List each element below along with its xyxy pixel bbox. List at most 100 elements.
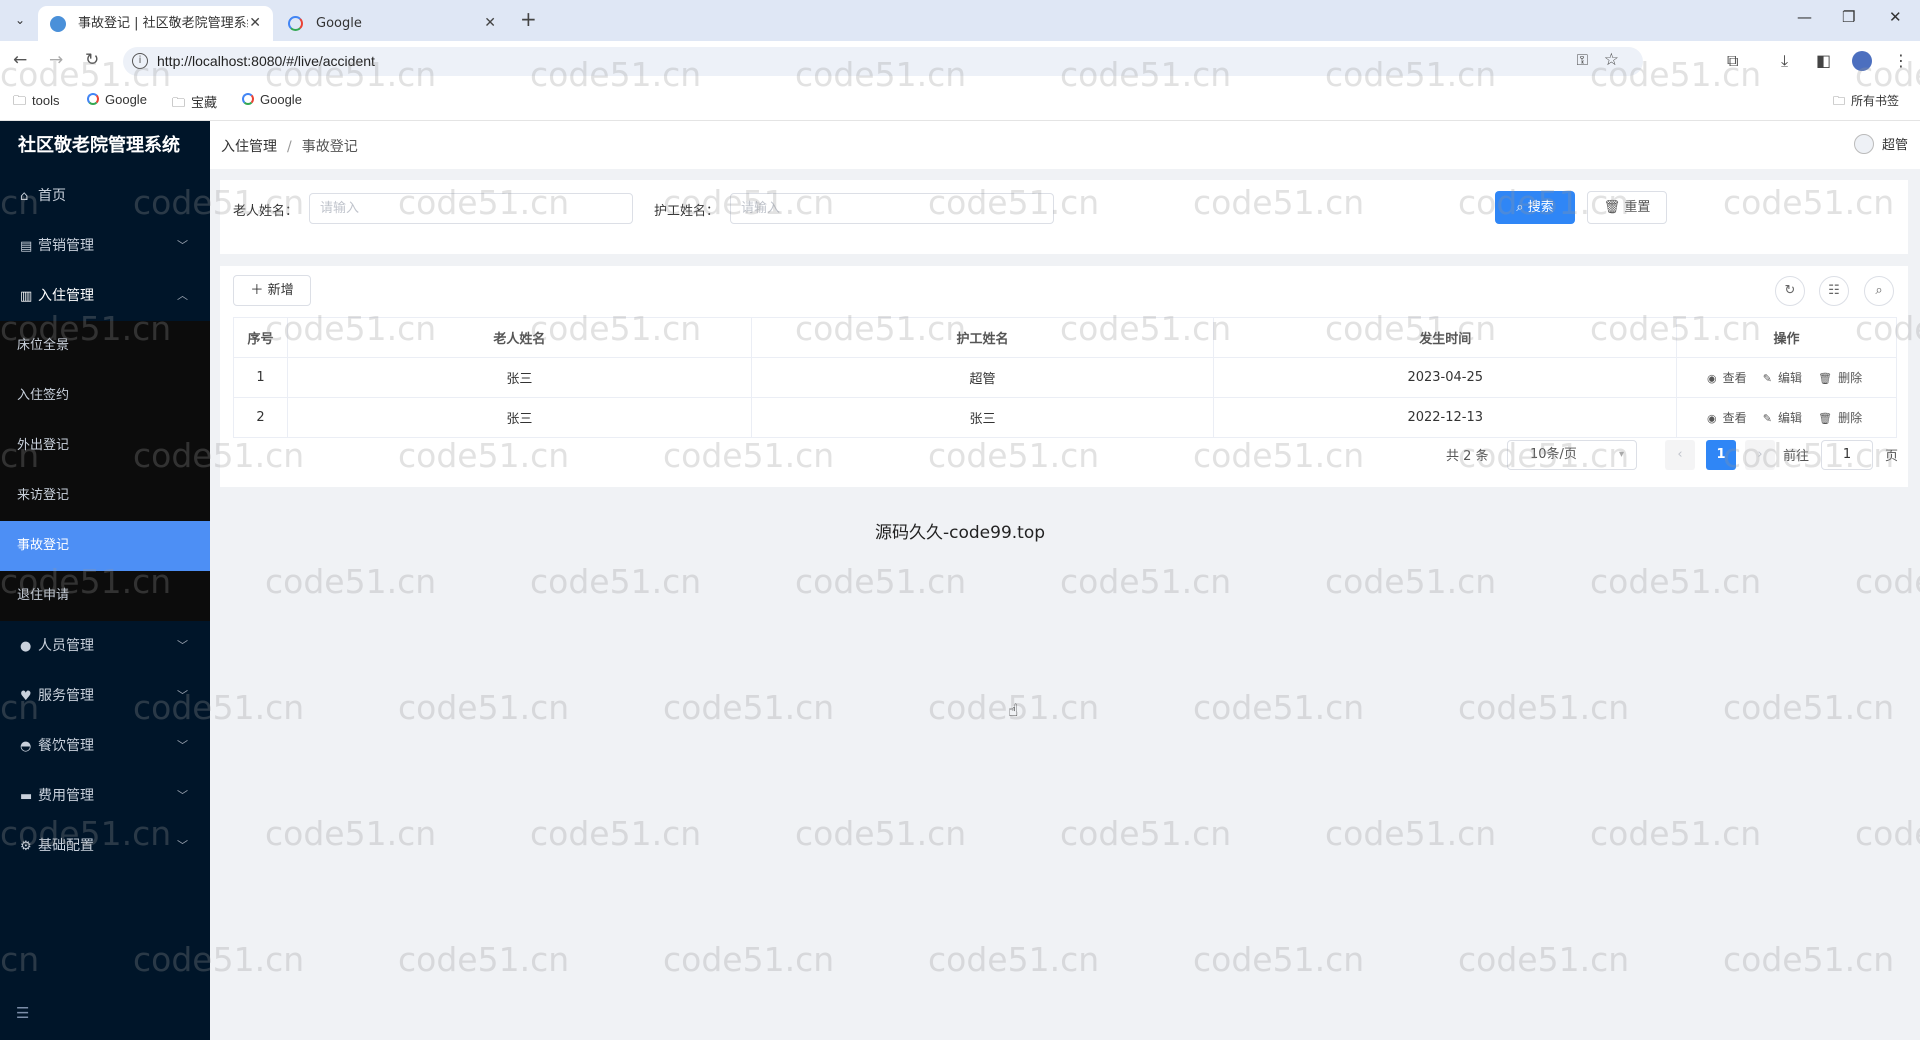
mouse-cursor-icon: ☝ <box>1008 701 1019 721</box>
menu-home[interactable]: ⌂ 首页 <box>0 171 210 221</box>
submenu-bed-overview[interactable]: 床位全景 <box>0 321 210 371</box>
menu-fees[interactable]: ▬ 费用管理 ﹀ <box>0 771 210 821</box>
reload-icon[interactable]: ↻ <box>85 50 99 70</box>
back-icon[interactable]: ← <box>13 50 27 70</box>
gear-icon: ⚙ <box>20 839 32 854</box>
watermark-text: code51.cn <box>1193 940 1365 979</box>
window-close-icon[interactable]: ✕ <box>1889 8 1902 26</box>
user-icon: ● <box>20 639 32 654</box>
nurse-name-label: 护工姓名： <box>654 204 720 219</box>
browser-tab-active[interactable]: 事故登记 | 社区敬老院管理系统 ✕ <box>38 6 273 41</box>
folder-icon: 🗀 <box>1833 94 1846 108</box>
submenu-accident-register[interactable]: 事故登记 <box>0 521 210 571</box>
new-tab-icon[interactable]: + <box>520 9 537 29</box>
nurse-name-input[interactable] <box>730 193 1054 224</box>
bookmark-tools[interactable]: 🗀 tools <box>13 92 59 114</box>
menu-label: 餐饮管理 <box>38 738 94 754</box>
menu-label: 服务管理 <box>38 688 94 704</box>
watermark-text: code51.cn <box>530 814 702 853</box>
chevron-down-icon: ﹀ <box>177 739 188 752</box>
menu-label: 人员管理 <box>38 638 94 654</box>
menu-config[interactable]: ⚙ 基础配置 ﹀ <box>0 821 210 871</box>
forward-icon[interactable]: → <box>49 50 63 70</box>
menu-dots-icon[interactable]: ⋮ <box>1893 51 1909 70</box>
bookmark-label: 宝藏 <box>191 95 218 110</box>
chart-icon: ▤ <box>20 239 33 254</box>
column-settings-icon[interactable]: ☷ <box>1819 276 1849 306</box>
watermark-text: code51.cn <box>530 562 702 601</box>
col-index: 序号 <box>233 317 288 358</box>
cell-actions: ◉ 查看 ✎ 编辑 🗑 删除 <box>1676 397 1897 438</box>
password-key-icon[interactable]: ⚿ <box>1577 51 1588 69</box>
add-button[interactable]: ＋ 新增 <box>233 275 311 306</box>
elder-name-input[interactable] <box>309 193 633 224</box>
breadcrumb-parent[interactable]: 入住管理 <box>221 139 277 155</box>
delete-button[interactable]: 🗑 删除 <box>1818 369 1866 386</box>
site-info-icon[interactable]: i <box>132 53 148 69</box>
edit-icon: ✎ <box>1762 412 1772 425</box>
view-button[interactable]: ◉ 查看 <box>1707 369 1751 386</box>
goto-page-input[interactable]: 1 <box>1821 440 1873 470</box>
edit-button[interactable]: ✎ 编辑 <box>1763 369 1806 386</box>
bookmark-star-icon[interactable]: ☆ <box>1604 50 1619 70</box>
page-size-select[interactable]: 10条/页 ▾ <box>1507 440 1637 470</box>
plus-icon: ＋ <box>250 283 268 298</box>
chevron-down-icon: ﹀ <box>177 639 188 652</box>
url-text[interactable]: http://localhost:8080/#/live/accident <box>157 53 375 69</box>
restore-icon[interactable]: ❐ <box>1842 8 1855 26</box>
search-button[interactable]: ⌕ 搜索 <box>1495 191 1575 224</box>
col-actions: 操作 <box>1676 317 1897 358</box>
menu-service[interactable]: ♥ 服务管理 ﹀ <box>0 671 210 721</box>
button-label: 新增 <box>267 283 294 298</box>
delete-button[interactable]: 🗑 删除 <box>1818 409 1866 426</box>
prev-page-button[interactable]: ‹ <box>1665 440 1695 470</box>
side-panel-icon[interactable]: ◧ <box>1816 51 1831 70</box>
browser-toolbar: ← → ↻ i http://localhost:8080/#/live/acc… <box>0 41 1920 81</box>
bookmark-label: Google <box>260 92 302 107</box>
next-page-button[interactable]: › <box>1745 440 1775 470</box>
search-icon: ⌕ <box>1516 200 1528 215</box>
sidebar: 社区敬老院管理系统 ⌂ 首页 ▤ 营销管理 ﹀ ▥ 入住管理 ︿ 床位全景 入住签约 外出… <box>0 121 210 1040</box>
close-tab-icon[interactable]: ✕ <box>484 6 496 41</box>
chevron-down-icon: ﹀ <box>177 689 188 702</box>
menu-dining[interactable]: ◓ 餐饮管理 ﹀ <box>0 721 210 771</box>
all-bookmarks[interactable]: 🗀 所有书签 <box>1833 92 1899 113</box>
profile-avatar-icon[interactable] <box>1852 51 1872 71</box>
watermark-text: code51.cn <box>398 688 570 727</box>
menu-checkin[interactable]: ▥ 入住管理 ︿ <box>0 271 210 321</box>
browser-tab-google[interactable]: Google ✕ <box>276 6 508 41</box>
edit-button[interactable]: ✎ 编辑 <box>1763 409 1806 426</box>
bookmark-treasure[interactable]: 🗀 宝藏 <box>172 92 217 116</box>
user-menu[interactable]: 超管 <box>1853 134 1908 154</box>
cell-elder: 张三 <box>286 357 752 398</box>
op-label: 删除 <box>1838 411 1863 425</box>
menu-staff[interactable]: ● 人员管理 ﹀ <box>0 621 210 671</box>
refresh-icon[interactable]: ↻ <box>1775 276 1805 306</box>
menu-label: 营销管理 <box>38 238 94 254</box>
cell-index: 1 <box>233 357 288 398</box>
search-form: 老人姓名： 护工姓名： ⌕ 搜索 🗑 重置 <box>220 180 1908 254</box>
reset-button[interactable]: 🗑 重置 <box>1587 191 1667 224</box>
download-icon[interactable]: ⤓ <box>1781 51 1788 71</box>
submenu-checkout-request[interactable]: 退住申请 <box>0 571 210 621</box>
watermark-text: code51.cn <box>1458 940 1630 979</box>
submenu-checkin-contract[interactable]: 入住签约 <box>0 371 210 421</box>
tab-search-icon[interactable]: ⌄ <box>9 9 31 31</box>
submenu-outing-register[interactable]: 外出登记 <box>0 421 210 471</box>
menu-sales[interactable]: ▤ 营销管理 ﹀ <box>0 221 210 271</box>
op-label: 查看 <box>1722 411 1747 425</box>
toggle-search-icon[interactable]: ⌕ <box>1864 276 1894 306</box>
submenu-visitor-register[interactable]: 来访登记 <box>0 471 210 521</box>
view-button[interactable]: ◉ 查看 <box>1707 409 1751 426</box>
bookmark-google[interactable]: Google <box>87 92 147 107</box>
menu-label: 入住管理 <box>38 288 94 304</box>
extensions-icon[interactable]: ⧉ <box>1727 51 1738 71</box>
minimize-icon[interactable]: — <box>1797 8 1812 26</box>
collapse-menu-icon[interactable]: ☰ <box>16 1004 29 1022</box>
trash-icon: 🗑 <box>1603 200 1625 215</box>
bookmark-google-2[interactable]: Google <box>242 92 302 107</box>
page-1-button[interactable]: 1 <box>1706 440 1736 470</box>
watermark-text: code51.cn <box>265 814 437 853</box>
close-tab-icon[interactable]: ✕ <box>249 6 261 41</box>
address-bar[interactable]: i http://localhost:8080/#/live/accident … <box>123 47 1643 76</box>
